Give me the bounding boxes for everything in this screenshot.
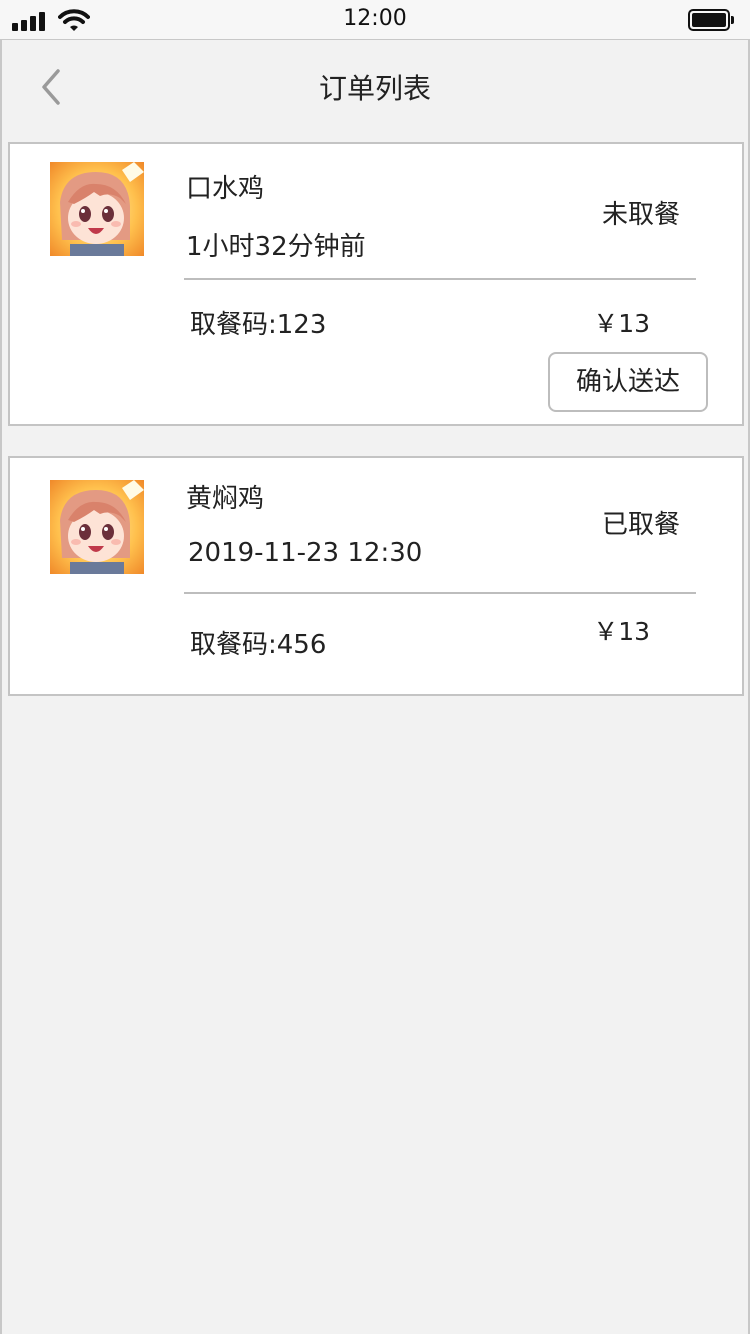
- order-time: 2019-11-23 12:30: [188, 538, 423, 568]
- pickup-code: 取餐码:456: [190, 630, 327, 660]
- item-name: 黄焖鸡: [186, 484, 265, 514]
- divider: [184, 592, 696, 594]
- page-title: 订单列表: [318, 72, 431, 105]
- price: ￥13: [593, 309, 650, 338]
- food-avatar-image: [50, 162, 144, 256]
- order-card[interactable]: 黄焖鸡 2019-11-23 12:30 已取餐 取餐码:456 ￥13: [8, 456, 744, 696]
- pickup-status: 未取餐: [601, 200, 680, 230]
- price: ￥13: [593, 617, 650, 646]
- frame-border-left: [0, 40, 2, 1334]
- pickup-code: 取餐码:123: [190, 310, 327, 340]
- status-bar: 12:00: [0, 0, 750, 40]
- divider: [184, 278, 696, 280]
- confirm-delivery-button[interactable]: 确认送达: [548, 352, 708, 412]
- pickup-status: 已取餐: [601, 510, 680, 540]
- order-card[interactable]: 口水鸡 1小时32分钟前 未取餐 取餐码:123 ￥13 确认送达: [8, 142, 744, 426]
- nav-bar: 订单列表: [2, 41, 748, 131]
- order-time: 1小时32分钟前: [186, 232, 366, 262]
- battery-icon: [688, 9, 734, 31]
- status-time: 12:00: [343, 6, 407, 31]
- item-name: 口水鸡: [186, 174, 265, 204]
- food-avatar-image: [50, 480, 144, 574]
